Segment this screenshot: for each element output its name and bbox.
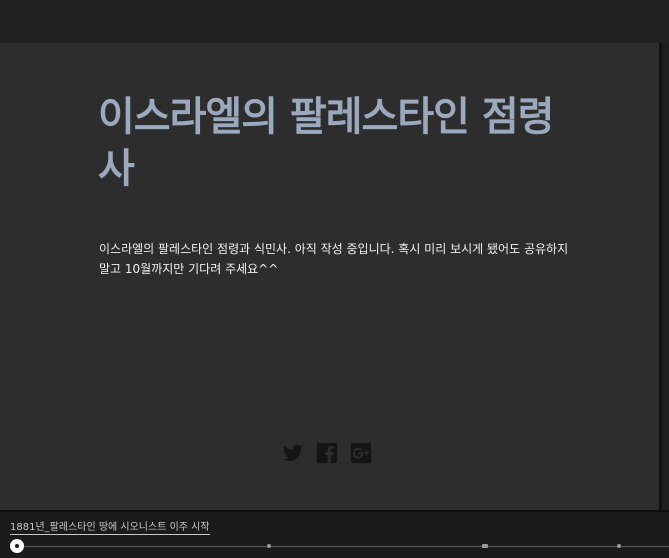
story-description: 이스라엘의 팔레스타인 점령과 식민사. 아직 작성 중입니다. 혹시 미리 보… (99, 242, 569, 276)
facebook-icon[interactable] (316, 442, 338, 464)
google-plus-icon[interactable] (350, 442, 372, 464)
share-buttons (282, 442, 372, 464)
timeline-marker[interactable] (617, 544, 621, 548)
twitter-icon[interactable] (282, 442, 304, 464)
timeline-marker[interactable] (267, 544, 271, 548)
scrollbar-edge (659, 43, 662, 510)
timeline-chapter-link[interactable]: 1881년_팔레스타인 땅에 시오니스트 이주 시작 (10, 518, 210, 535)
timeline-marker[interactable] (482, 544, 488, 548)
timeline-handle[interactable] (10, 539, 24, 553)
story-panel: 이스라엘의 팔레스타인 점령사 이스라엘의 팔레스타인 점령과 식민사. 아직 … (0, 43, 660, 510)
page-title: 이스라엘의 팔레스타인 점령사 (98, 94, 554, 192)
top-bar (0, 0, 669, 43)
timeline-footer: 1881년_팔레스타인 땅에 시오니스트 이주 시작 (0, 510, 669, 558)
timeline-track[interactable] (18, 546, 669, 547)
